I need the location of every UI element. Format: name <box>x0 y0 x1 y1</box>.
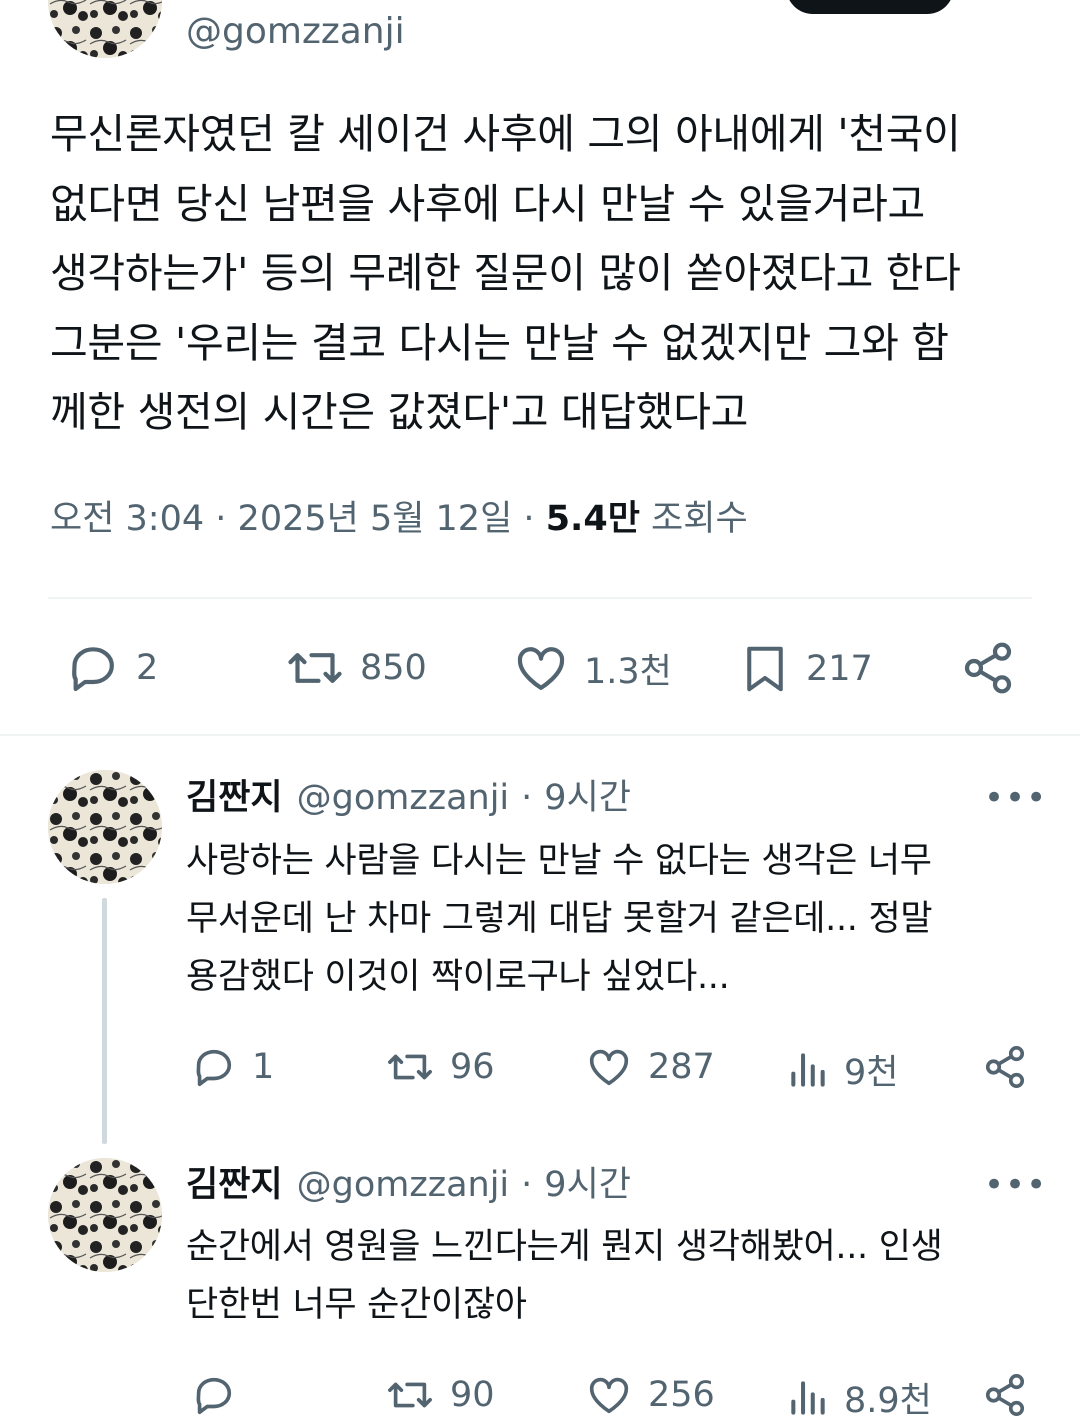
retweet-button[interactable]: 90 <box>384 1372 495 1418</box>
reply-text: 순간에서 영원을 느낀다는게 뭔지 생각해봤어... 인생 단한번 너무 순간이… <box>186 1227 943 1325</box>
retweet-count: 90 <box>450 1375 495 1415</box>
retweet-icon <box>388 1054 432 1080</box>
views-count: 9천 <box>844 1053 899 1093</box>
author-handle[interactable]: @gomzzanji <box>297 1160 510 1210</box>
share-button[interactable] <box>982 1044 1028 1090</box>
like-icon <box>589 1049 629 1086</box>
like-count: 1.3천 <box>584 651 672 692</box>
reply-icon <box>196 1049 232 1087</box>
reply-header: 김짠지 @gomzzanji · 9시간 <box>186 773 631 823</box>
retweet-button[interactable]: 850 <box>284 640 427 696</box>
share-icon <box>985 1046 1025 1088</box>
reply-count: 2 <box>136 648 159 688</box>
views-icon <box>791 1052 825 1087</box>
bookmark-icon <box>747 646 783 692</box>
reply-button[interactable] <box>188 1372 252 1418</box>
retweet-count: 850 <box>360 648 427 688</box>
retweet-icon <box>388 1382 432 1408</box>
author-handle[interactable]: @gomzzanji <box>186 6 405 58</box>
reply-time[interactable]: 9시간 <box>544 1160 631 1210</box>
views-count: 8.9천 <box>844 1381 932 1421</box>
divider <box>48 597 1032 599</box>
like-button[interactable]: 1.3천 <box>512 640 672 696</box>
more-icon[interactable]: ••• <box>984 778 1047 818</box>
avatar[interactable] <box>48 0 162 58</box>
avatar[interactable] <box>48 1158 162 1272</box>
avatar[interactable] <box>48 770 162 884</box>
meta-separator: · <box>521 778 533 818</box>
like-button[interactable]: 287 <box>584 1044 715 1090</box>
views-count: 5.4만 <box>545 499 640 539</box>
tweet-text: 무신론자였던 칼 세이건 사후에 그의 아내에게 '천국이 없다면 당신 남편을… <box>50 110 961 436</box>
author-handle[interactable]: @gomzzanji <box>297 773 510 823</box>
author-name[interactable]: 김짠지 <box>186 773 283 823</box>
retweet-count: 96 <box>450 1047 495 1087</box>
reply-text: 사랑하는 사람을 다시는 만날 수 없다는 생각은 너무 무서운데 난 차마 그… <box>186 841 933 997</box>
like-count: 256 <box>648 1375 715 1415</box>
tweet-time[interactable]: 오전 3:04 <box>50 499 204 539</box>
views-button[interactable]: 8.9천 <box>786 1372 932 1423</box>
author-name[interactable]: 김짠지 <box>186 1160 283 1210</box>
bookmark-count: 217 <box>806 649 873 689</box>
meta-separator: · <box>215 499 227 539</box>
more-icon[interactable]: ••• <box>984 1165 1047 1205</box>
share-icon <box>985 1374 1025 1416</box>
follow-button[interactable] <box>786 0 954 14</box>
share-button[interactable] <box>960 640 1016 696</box>
like-icon <box>517 647 565 690</box>
meta-separator: · <box>521 1165 533 1205</box>
share-icon <box>964 642 1012 694</box>
views-icon <box>791 1380 825 1415</box>
views-button[interactable]: 9천 <box>786 1044 898 1095</box>
reply-icon <box>72 647 114 692</box>
reply-header: 김짠지 @gomzzanji · 9시간 <box>186 1160 631 1210</box>
like-count: 287 <box>648 1047 715 1087</box>
reply-button[interactable]: 2 <box>62 640 158 696</box>
views-label: 조회수 <box>651 499 748 539</box>
reply-count: 1 <box>252 1047 275 1087</box>
reply-button[interactable]: 1 <box>188 1044 274 1090</box>
like-button[interactable]: 256 <box>584 1372 715 1418</box>
share-button[interactable] <box>982 1372 1028 1418</box>
divider <box>0 734 1080 736</box>
retweet-icon <box>288 653 342 683</box>
like-icon <box>589 1377 629 1414</box>
reply-time[interactable]: 9시간 <box>544 773 631 823</box>
retweet-button[interactable]: 96 <box>384 1044 495 1090</box>
tweet-meta: 오전 3:04 · 2025년 5월 12일 · 5.4만 조회수 <box>50 492 748 546</box>
tweet-date[interactable]: 2025년 5월 12일 <box>238 499 513 539</box>
reply-icon <box>196 1377 232 1415</box>
thread-line <box>102 898 107 1144</box>
bookmark-button[interactable]: 217 <box>738 640 873 698</box>
meta-separator: · <box>523 499 535 539</box>
